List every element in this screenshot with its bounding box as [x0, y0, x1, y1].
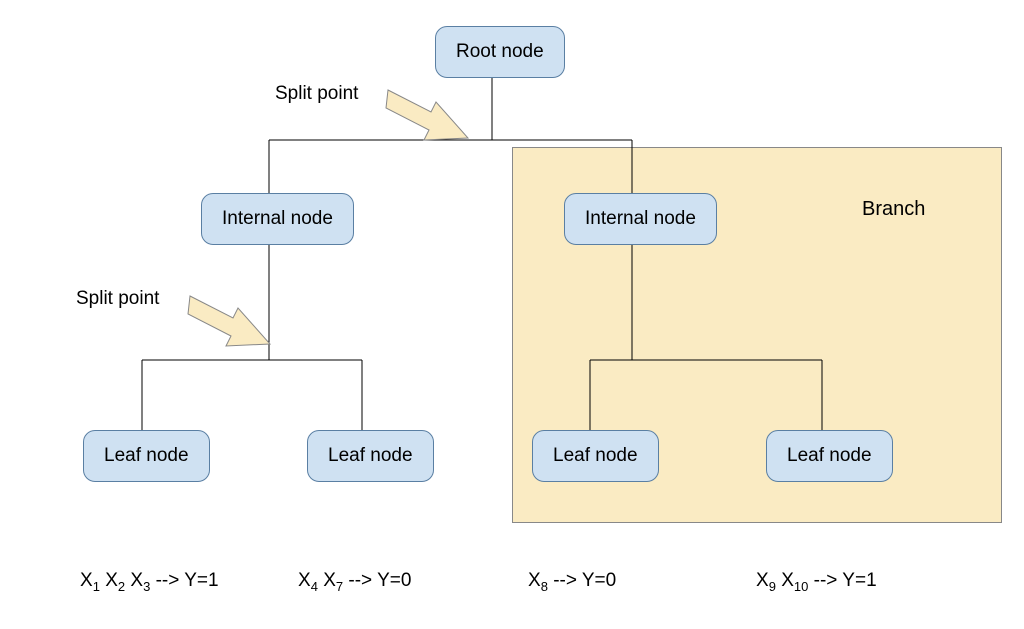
output-3: X8 --> Y=0 — [528, 570, 616, 594]
leaf-node-3: Leaf node — [532, 430, 659, 482]
internal-node-right: Internal node — [564, 193, 717, 245]
output-2: X4 X7 --> Y=0 — [298, 570, 411, 594]
split-arrow-1 — [376, 88, 476, 158]
internal-node-left: Internal node — [201, 193, 354, 245]
leaf-node-2: Leaf node — [307, 430, 434, 482]
root-node: Root node — [435, 26, 565, 78]
split-point-label-2: Split point — [76, 288, 159, 310]
output-1: X1 X2 X3 --> Y=1 — [80, 570, 219, 594]
output-4: X9 X10 --> Y=1 — [756, 570, 877, 594]
branch-label: Branch — [862, 198, 925, 221]
leaf-node-1: Leaf node — [83, 430, 210, 482]
split-arrow-2 — [178, 294, 278, 364]
leaf-node-4: Leaf node — [766, 430, 893, 482]
split-point-label-1: Split point — [275, 83, 358, 105]
